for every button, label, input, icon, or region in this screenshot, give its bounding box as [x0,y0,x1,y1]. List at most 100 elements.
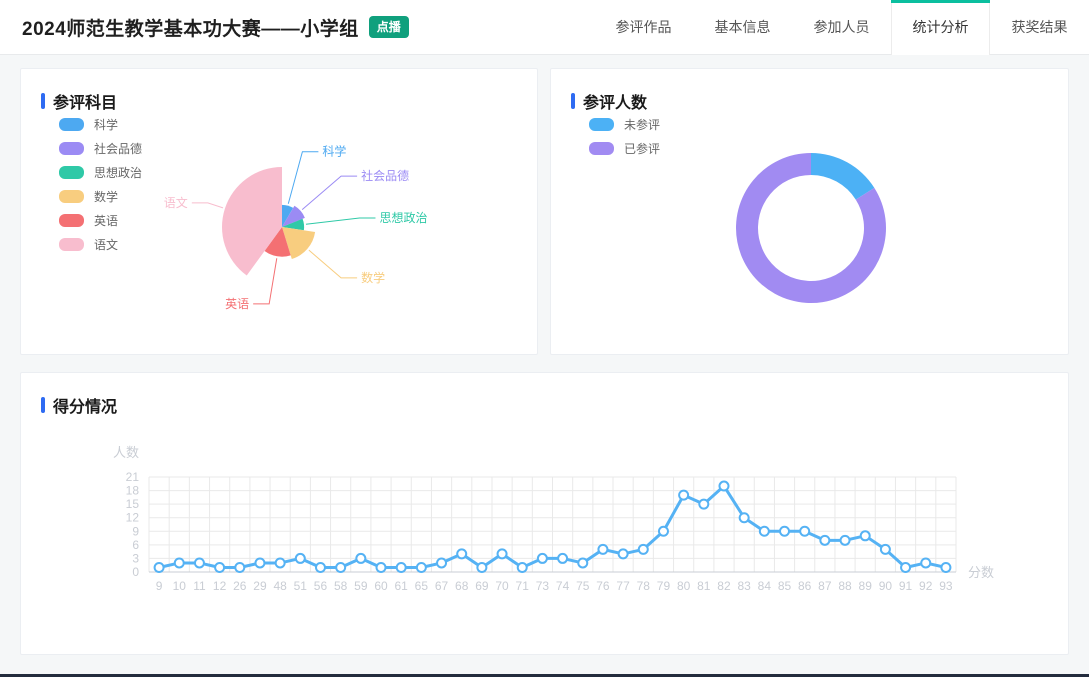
legend-item-思想政治[interactable]: 思想政治 [59,165,142,179]
pie-label-line-语文 [192,203,223,208]
x-tick-label: 67 [435,579,449,593]
data-point-75[interactable] [578,558,587,567]
pie-label-社会品德: 社会品德 [361,168,409,183]
subjects-panel-title: 参评科目 [41,89,117,113]
data-point-9[interactable] [155,563,164,572]
x-tick-label: 85 [778,579,792,593]
legend-item-数学[interactable]: 数学 [59,189,142,203]
data-point-81[interactable] [699,500,708,509]
legend-swatch [59,142,84,155]
pie-label-英语: 英语 [225,297,249,311]
data-point-68[interactable] [457,549,466,558]
tab-awards[interactable]: 获奖结果 [990,0,1089,55]
tab-bar: 参评作品 基本信息 参加人员 统计分析 获奖结果 [594,0,1089,55]
data-point-73[interactable] [538,554,547,563]
vod-badge: 点播 [369,16,409,38]
data-point-78[interactable] [639,545,648,554]
data-point-29[interactable] [255,558,264,567]
x-tick-label: 74 [556,579,570,593]
legend-item-已参评[interactable]: 已参评 [589,141,660,155]
title-accent-bar [41,93,45,109]
x-tick-label: 12 [213,579,227,593]
data-point-87[interactable] [820,536,829,545]
data-point-71[interactable] [518,563,527,572]
y-tick-label: 21 [126,470,140,484]
data-point-67[interactable] [437,558,446,567]
data-point-83[interactable] [740,513,749,522]
legend-item-英语[interactable]: 英语 [59,213,142,227]
data-point-65[interactable] [417,563,426,572]
data-point-12[interactable] [215,563,224,572]
x-tick-label: 86 [798,579,812,593]
donut-segment-未参评[interactable] [811,153,874,200]
data-point-91[interactable] [901,563,910,572]
data-point-76[interactable] [598,545,607,554]
data-point-92[interactable] [921,558,930,567]
tab-statistics[interactable]: 统计分析 [891,0,990,55]
x-tick-label: 58 [334,579,348,593]
data-point-84[interactable] [760,527,769,536]
data-point-77[interactable] [619,549,628,558]
x-tick-label: 76 [596,579,610,593]
x-tick-label: 65 [415,579,429,593]
legend-item-科学[interactable]: 科学 [59,117,142,131]
data-point-74[interactable] [558,554,567,563]
y-tick-label: 18 [126,484,140,498]
legend-swatch [59,214,84,227]
data-point-89[interactable] [861,531,870,540]
data-point-82[interactable] [719,482,728,491]
data-point-48[interactable] [276,558,285,567]
data-point-79[interactable] [659,527,668,536]
pie-slice-语文[interactable] [222,167,282,276]
data-point-58[interactable] [336,563,345,572]
x-tick-label: 10 [173,579,187,593]
legend-label: 语文 [94,236,118,253]
data-point-69[interactable] [477,563,486,572]
data-point-11[interactable] [195,558,204,567]
pie-label-科学: 科学 [322,144,346,159]
legend-label: 科学 [94,116,118,133]
data-point-85[interactable] [780,527,789,536]
data-point-61[interactable] [397,563,406,572]
data-point-88[interactable] [841,536,850,545]
scores-line-chart: 036912151821人数分数910111226294851565859606… [21,431,1070,643]
legend-label: 思想政治 [94,164,142,181]
data-point-60[interactable] [377,563,386,572]
data-point-51[interactable] [296,554,305,563]
header: 2024师范生教学基本功大赛——小学组 点播 参评作品 基本信息 参加人员 统计… [0,0,1089,55]
subjects-panel: 参评科目 科学社会品德思想政治数学英语语文 科学社会品德思想政治数学英语语文 [20,68,538,355]
x-tick-label: 70 [495,579,509,593]
data-point-80[interactable] [679,491,688,500]
legend-item-未参评[interactable]: 未参评 [589,117,660,131]
tab-participants[interactable]: 参加人员 [792,0,891,55]
legend-item-语文[interactable]: 语文 [59,237,142,251]
y-axis-name: 人数 [113,445,139,460]
legend-item-社会品德[interactable]: 社会品德 [59,141,142,155]
x-tick-label: 82 [717,579,731,593]
x-tick-label: 90 [879,579,893,593]
legend-swatch [59,238,84,251]
legend-swatch [59,190,84,203]
x-tick-label: 80 [677,579,691,593]
data-point-86[interactable] [800,527,809,536]
x-tick-label: 9 [156,579,163,593]
y-tick-label: 9 [132,524,139,538]
data-point-59[interactable] [356,554,365,563]
data-point-90[interactable] [881,545,890,554]
legend-label: 英语 [94,212,118,229]
x-tick-label: 51 [294,579,308,593]
data-point-56[interactable] [316,563,325,572]
participation-panel-title: 参评人数 [571,89,647,113]
title-accent-bar [571,93,575,109]
data-point-26[interactable] [235,563,244,572]
x-tick-label: 59 [354,579,368,593]
x-tick-label: 61 [395,579,409,593]
data-point-70[interactable] [498,549,507,558]
tab-basic-info[interactable]: 基本信息 [693,0,792,55]
data-point-10[interactable] [175,558,184,567]
tab-entries[interactable]: 参评作品 [594,0,693,55]
title-accent-bar [41,397,45,413]
x-tick-label: 78 [637,579,651,593]
x-tick-label: 73 [536,579,550,593]
data-point-93[interactable] [941,563,950,572]
